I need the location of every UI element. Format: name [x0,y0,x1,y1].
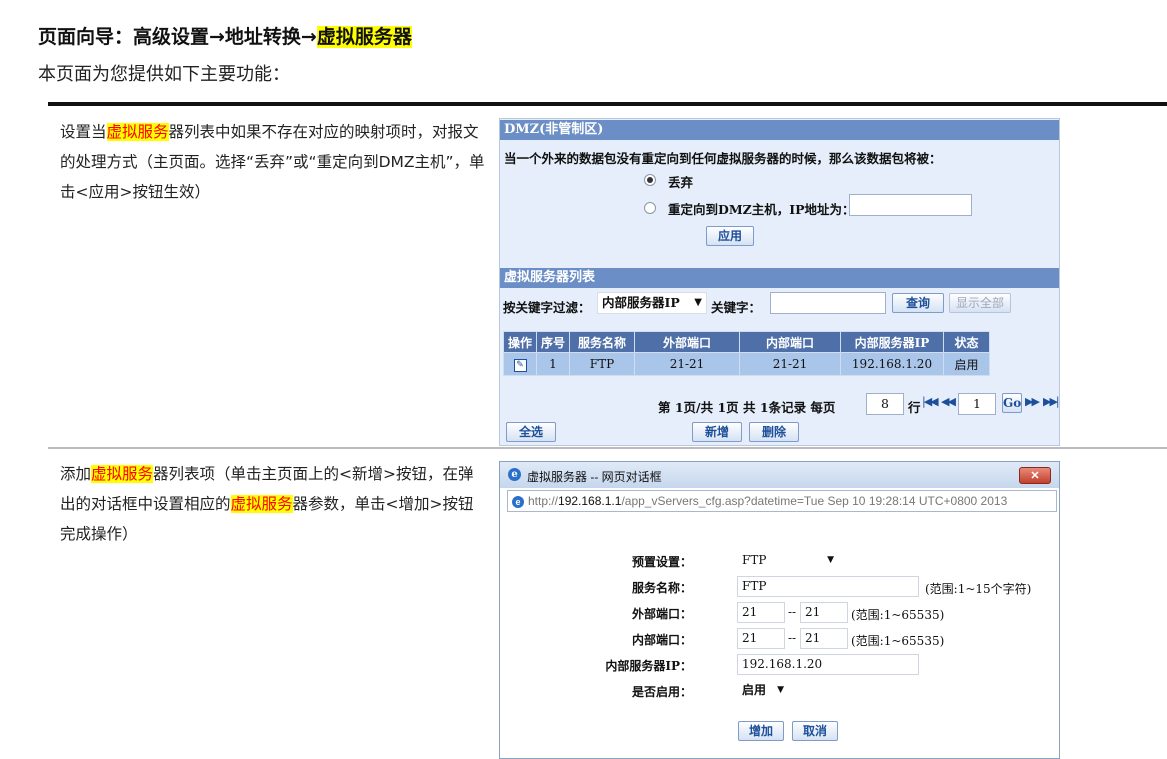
title-highlight: 虚拟服务器 [316,26,412,48]
redirect-radio[interactable] [644,202,656,214]
dmz-header: DMZ(非管制区) [500,120,1059,140]
external-port-to[interactable]: 21 [800,602,848,623]
dmz-description: 当一个外来的数据包没有重定向到任何虚拟服务器的时候，那么该数据包将被： [504,151,942,166]
internal-port-label: 内部端口： [631,633,692,647]
row2-desc-highlight-2: 虚拟服务 [230,495,293,513]
edit-cell: ✎ [503,352,537,376]
go-button[interactable]: Go [1002,393,1022,413]
row-divider [48,447,1167,449]
page-title: 页面向导：高级设置→地址转换→虚拟服务器 [38,22,412,49]
url-path: /app_vServers_cfg.asp?datetime=Tue Sep 1… [621,494,1008,508]
drop-radio[interactable] [644,174,656,186]
preset-label: 预置设置： [631,555,692,569]
dmz-ip-input[interactable] [849,194,972,216]
row-number: 1 [536,352,570,376]
row-service-name: FTP [569,352,635,376]
filter-select[interactable]: 内部服务器IP ▼ [597,292,707,314]
row2-desc-highlight-1: 虚拟服务 [91,465,154,483]
delete-button[interactable]: 删除 [749,422,799,442]
page-subtitle: 本页面为您提供如下主要功能： [38,64,290,85]
service-name-label: 服务名称： [631,581,692,595]
virtual-server-dialog: e 虚拟服务器 -- 网页对话框 ✕ e http://192.168.1.1/a… [499,461,1060,759]
keyword-label: 关键字： [711,300,762,315]
chevron-down-icon: ▼ [827,555,834,565]
enable-select[interactable]: 启用 ▼ [737,680,789,701]
enable-value: 启用 [742,683,767,697]
row2-desc-text-a: 添加 [60,465,92,483]
server-ip-label: 内部服务器IP： [605,659,692,673]
col-header: 状态 [943,331,990,353]
per-page-input[interactable]: 8 [866,393,904,415]
url-bar: e http://192.168.1.1/app_vServers_cfg.asp… [507,490,1057,512]
search-button[interactable]: 查询 [892,293,944,313]
select-all-button[interactable]: 全选 [506,422,556,442]
table-row: ✎ 1 FTP 21-21 21-21 192.168.1.20 启用 [503,352,990,376]
external-port-label: 外部端口： [631,607,692,621]
dialog-title: 虚拟服务器 -- 网页对话框 [527,470,662,484]
table-header-row: 操作 序号 服务名称 外部端口 内部端口 内部服务器IP 状态 [503,331,990,353]
service-name-input[interactable]: FTP [737,576,919,597]
row1-description: 设置当虚拟服务器列表中如果不存在对应的映射项时，对报文的处理方式（主页面。选择“… [60,117,485,207]
first-page-icon[interactable]: |◀◀ [922,395,939,408]
range-separator: -- [788,605,797,619]
filter-label: 按关键字过滤： [503,300,591,315]
external-port-note: (范围:1~65535) [851,608,945,622]
internal-port-to[interactable]: 21 [800,628,848,649]
edit-icon[interactable]: ✎ [513,359,527,372]
preset-value: FTP [742,553,767,567]
row1-desc-text-a: 设置当 [60,123,107,141]
add-confirm-button[interactable]: 增加 [738,721,784,741]
col-header: 内部端口 [739,331,841,353]
row-external-port: 21-21 [634,352,740,376]
show-all-button[interactable]: 显示全部 [949,293,1011,313]
title-breadcrumb: 页面向导：高级设置→地址转换→ [38,26,317,48]
apply-button[interactable]: 应用 [706,226,754,246]
col-header: 服务名称 [569,331,635,353]
redirect-label: 重定向到DMZ主机，IP地址为： [668,202,855,217]
url-host: 192.168.1.1 [558,494,622,508]
range-separator: -- [788,631,797,645]
rows-unit: 行 [908,400,921,415]
cancel-button[interactable]: 取消 [792,721,838,741]
keyword-input[interactable] [770,292,886,314]
top-divider [48,102,1167,106]
chevron-down-icon: ▼ [694,297,702,308]
service-name-note: (范围:1~15个字符) [925,582,1032,596]
url-prefix: http:// [528,494,559,508]
page-input[interactable]: 1 [958,393,996,415]
row2-description: 添加虚拟服务器列表项（单击主页面上的<新增>按钮，在弹出的对话框中设置相应的虚拟… [60,459,485,549]
internal-port-note: (范围:1~65535) [851,634,945,648]
add-button[interactable]: 新增 [692,422,742,442]
pager-summary: 第 1页/共 1页 共 1条记录 每页 [658,400,836,415]
col-header: 内部服务器IP [840,331,944,353]
enable-label: 是否启用： [631,685,692,699]
row-server-ip: 192.168.1.20 [840,352,944,376]
virtual-server-table: 操作 序号 服务名称 外部端口 内部端口 内部服务器IP 状态 ✎ 1 FTP … [503,331,990,376]
col-header: 序号 [536,331,570,353]
last-page-icon[interactable]: ▶▶| [1043,395,1060,408]
dialog-titlebar: e 虚拟服务器 -- 网页对话框 ✕ [500,462,1059,488]
list-header: 虚拟服务器列表 [500,268,1059,288]
col-header: 外部端口 [634,331,740,353]
server-ip-input[interactable]: 192.168.1.20 [737,654,919,675]
ie-icon: e [508,468,521,481]
dmz-panel: DMZ(非管制区) 当一个外来的数据包没有重定向到任何虚拟服务器的时候，那么该数… [499,118,1060,446]
row1-desc-highlight: 虚拟服务 [106,123,169,141]
filter-select-value: 内部服务器IP [602,295,680,310]
row-internal-port: 21-21 [739,352,841,376]
prev-page-icon[interactable]: ◀◀ [941,395,956,408]
preset-select[interactable]: FTP ▼ [737,550,839,571]
next-page-icon[interactable]: ▶▶ [1025,395,1040,408]
close-icon[interactable]: ✕ [1019,467,1051,484]
internal-port-from[interactable]: 21 [737,628,785,649]
chevron-down-icon: ▼ [777,685,784,695]
col-header: 操作 [503,331,537,353]
external-port-from[interactable]: 21 [737,602,785,623]
row-status: 启用 [943,352,990,376]
drop-label: 丢弃 [668,175,694,190]
ie-page-icon: e [512,495,524,508]
